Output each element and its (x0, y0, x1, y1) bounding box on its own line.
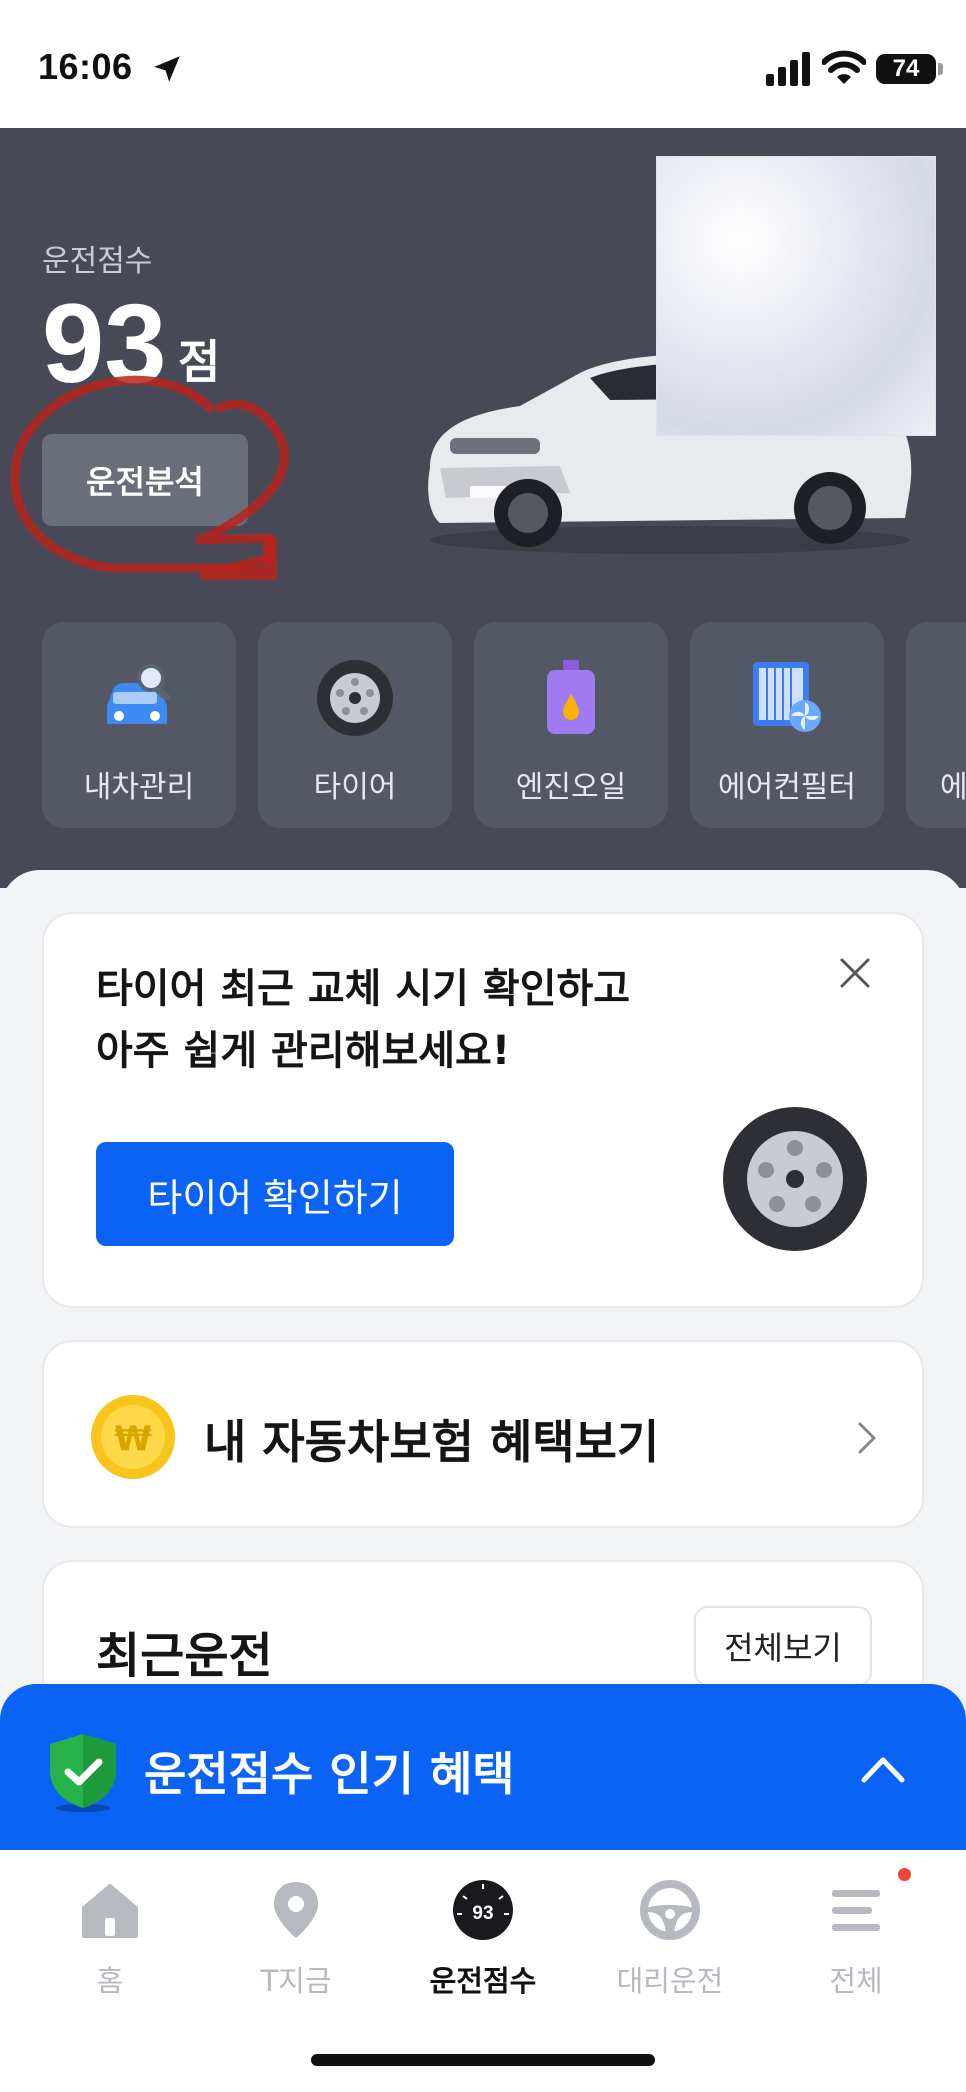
view-all-button[interactable]: 전체보기 (694, 1606, 872, 1686)
coin-symbol: ₩ (114, 1419, 152, 1459)
tab-designated-driver[interactable]: 대리운전 (595, 1878, 745, 2008)
quick-item-label: 엔진오일 (515, 770, 627, 805)
close-icon[interactable] (834, 952, 876, 994)
quick-item-partial[interactable]: 에 (906, 622, 966, 828)
tab-label: 대리운전 (616, 1964, 724, 1998)
engine-oil-icon (547, 660, 595, 734)
quick-item-aircon-filter[interactable]: 에어컨필터 (690, 622, 884, 828)
shield-check-icon (50, 1734, 116, 1812)
quick-item-label: 내차관리 (83, 770, 195, 805)
tab-score-badge: 93 (472, 1903, 493, 1924)
tire-icon (723, 1107, 867, 1251)
tab-label: 운전점수 (429, 1964, 537, 1998)
score-label: 운전점수 (42, 244, 153, 279)
home-icon (82, 1884, 138, 1938)
tab-label: T지금 (260, 1964, 332, 1998)
cellular-signal-icon (766, 52, 810, 86)
tire-icon (317, 660, 393, 736)
quick-item-engine-oil[interactable]: 엔진오일 (474, 622, 668, 828)
insurance-benefit-card[interactable]: ₩ 내 자동차보험 혜택보기 (42, 1340, 924, 1528)
tab-t-now[interactable]: T지금 (221, 1878, 371, 2008)
car-search-icon (107, 664, 171, 724)
popular-benefits-text: 운전점수 인기 혜택 (144, 1747, 515, 1801)
tab-driving-score[interactable]: 93 운전점수 (408, 1878, 558, 2008)
tab-label: 전체 (829, 1964, 883, 1998)
insurance-benefit-text: 내 자동차보험 혜택보기 (204, 1415, 660, 1469)
tire-promo-card: 타이어 최근 교체 시기 확인하고 아주 쉽게 관리해보세요! 타이어 확인하기 (42, 912, 924, 1308)
chevron-up-icon[interactable] (860, 1754, 906, 1784)
score-unit: 점 (178, 335, 221, 389)
driving-score-icon: 93 (453, 1880, 513, 1940)
status-time: 16:06 (38, 46, 133, 87)
tire-promo-title: 타이어 최근 교체 시기 확인하고 아주 쉽게 관리해보세요! (96, 966, 631, 1074)
quick-item-label: 에어컨필터 (718, 770, 856, 805)
quick-item-label: 타이어 (313, 770, 397, 805)
battery-tip (938, 63, 943, 75)
won-coin-icon: ₩ (91, 1395, 175, 1479)
popular-benefits-bar[interactable]: 운전점수 인기 혜택 (0, 1684, 966, 1854)
driving-analysis-button[interactable]: 운전분석 (42, 434, 248, 526)
tab-home[interactable]: 홈 (35, 1878, 185, 2008)
quick-item-car-management[interactable]: 내차관리 (42, 622, 236, 828)
notification-dot (898, 1868, 911, 1881)
wifi-icon (822, 50, 866, 84)
home-indicator[interactable] (311, 2054, 655, 2066)
status-bar: 16:06 74 (0, 0, 966, 128)
quick-item-label: 에 (940, 770, 966, 805)
quick-menu: 내차관리 타이어 엔진오일 에어컨필터 에 (42, 622, 966, 828)
steering-wheel-icon (640, 1880, 700, 1940)
check-tire-button[interactable]: 타이어 확인하기 (96, 1142, 454, 1246)
location-arrow-icon (154, 56, 180, 82)
quick-item-tire[interactable]: 타이어 (258, 622, 452, 828)
chevron-right-icon (858, 1422, 876, 1454)
menu-icon (832, 1890, 880, 1931)
battery-indicator: 74 (876, 54, 936, 84)
score-value: 93 (42, 281, 167, 406)
tab-label: 홈 (96, 1964, 124, 1998)
redacted-image-area (656, 156, 936, 436)
tab-all-menu[interactable]: 전체 (781, 1878, 931, 2008)
location-pin-icon (274, 1882, 318, 1938)
hero-section: 운전점수 93 점 운전분석 내차관리 타이어 엔진오일 에어컨필터 에 (0, 128, 966, 888)
aircon-filter-icon (753, 662, 821, 732)
recent-driving-title: 최근운전 (96, 1628, 273, 1684)
